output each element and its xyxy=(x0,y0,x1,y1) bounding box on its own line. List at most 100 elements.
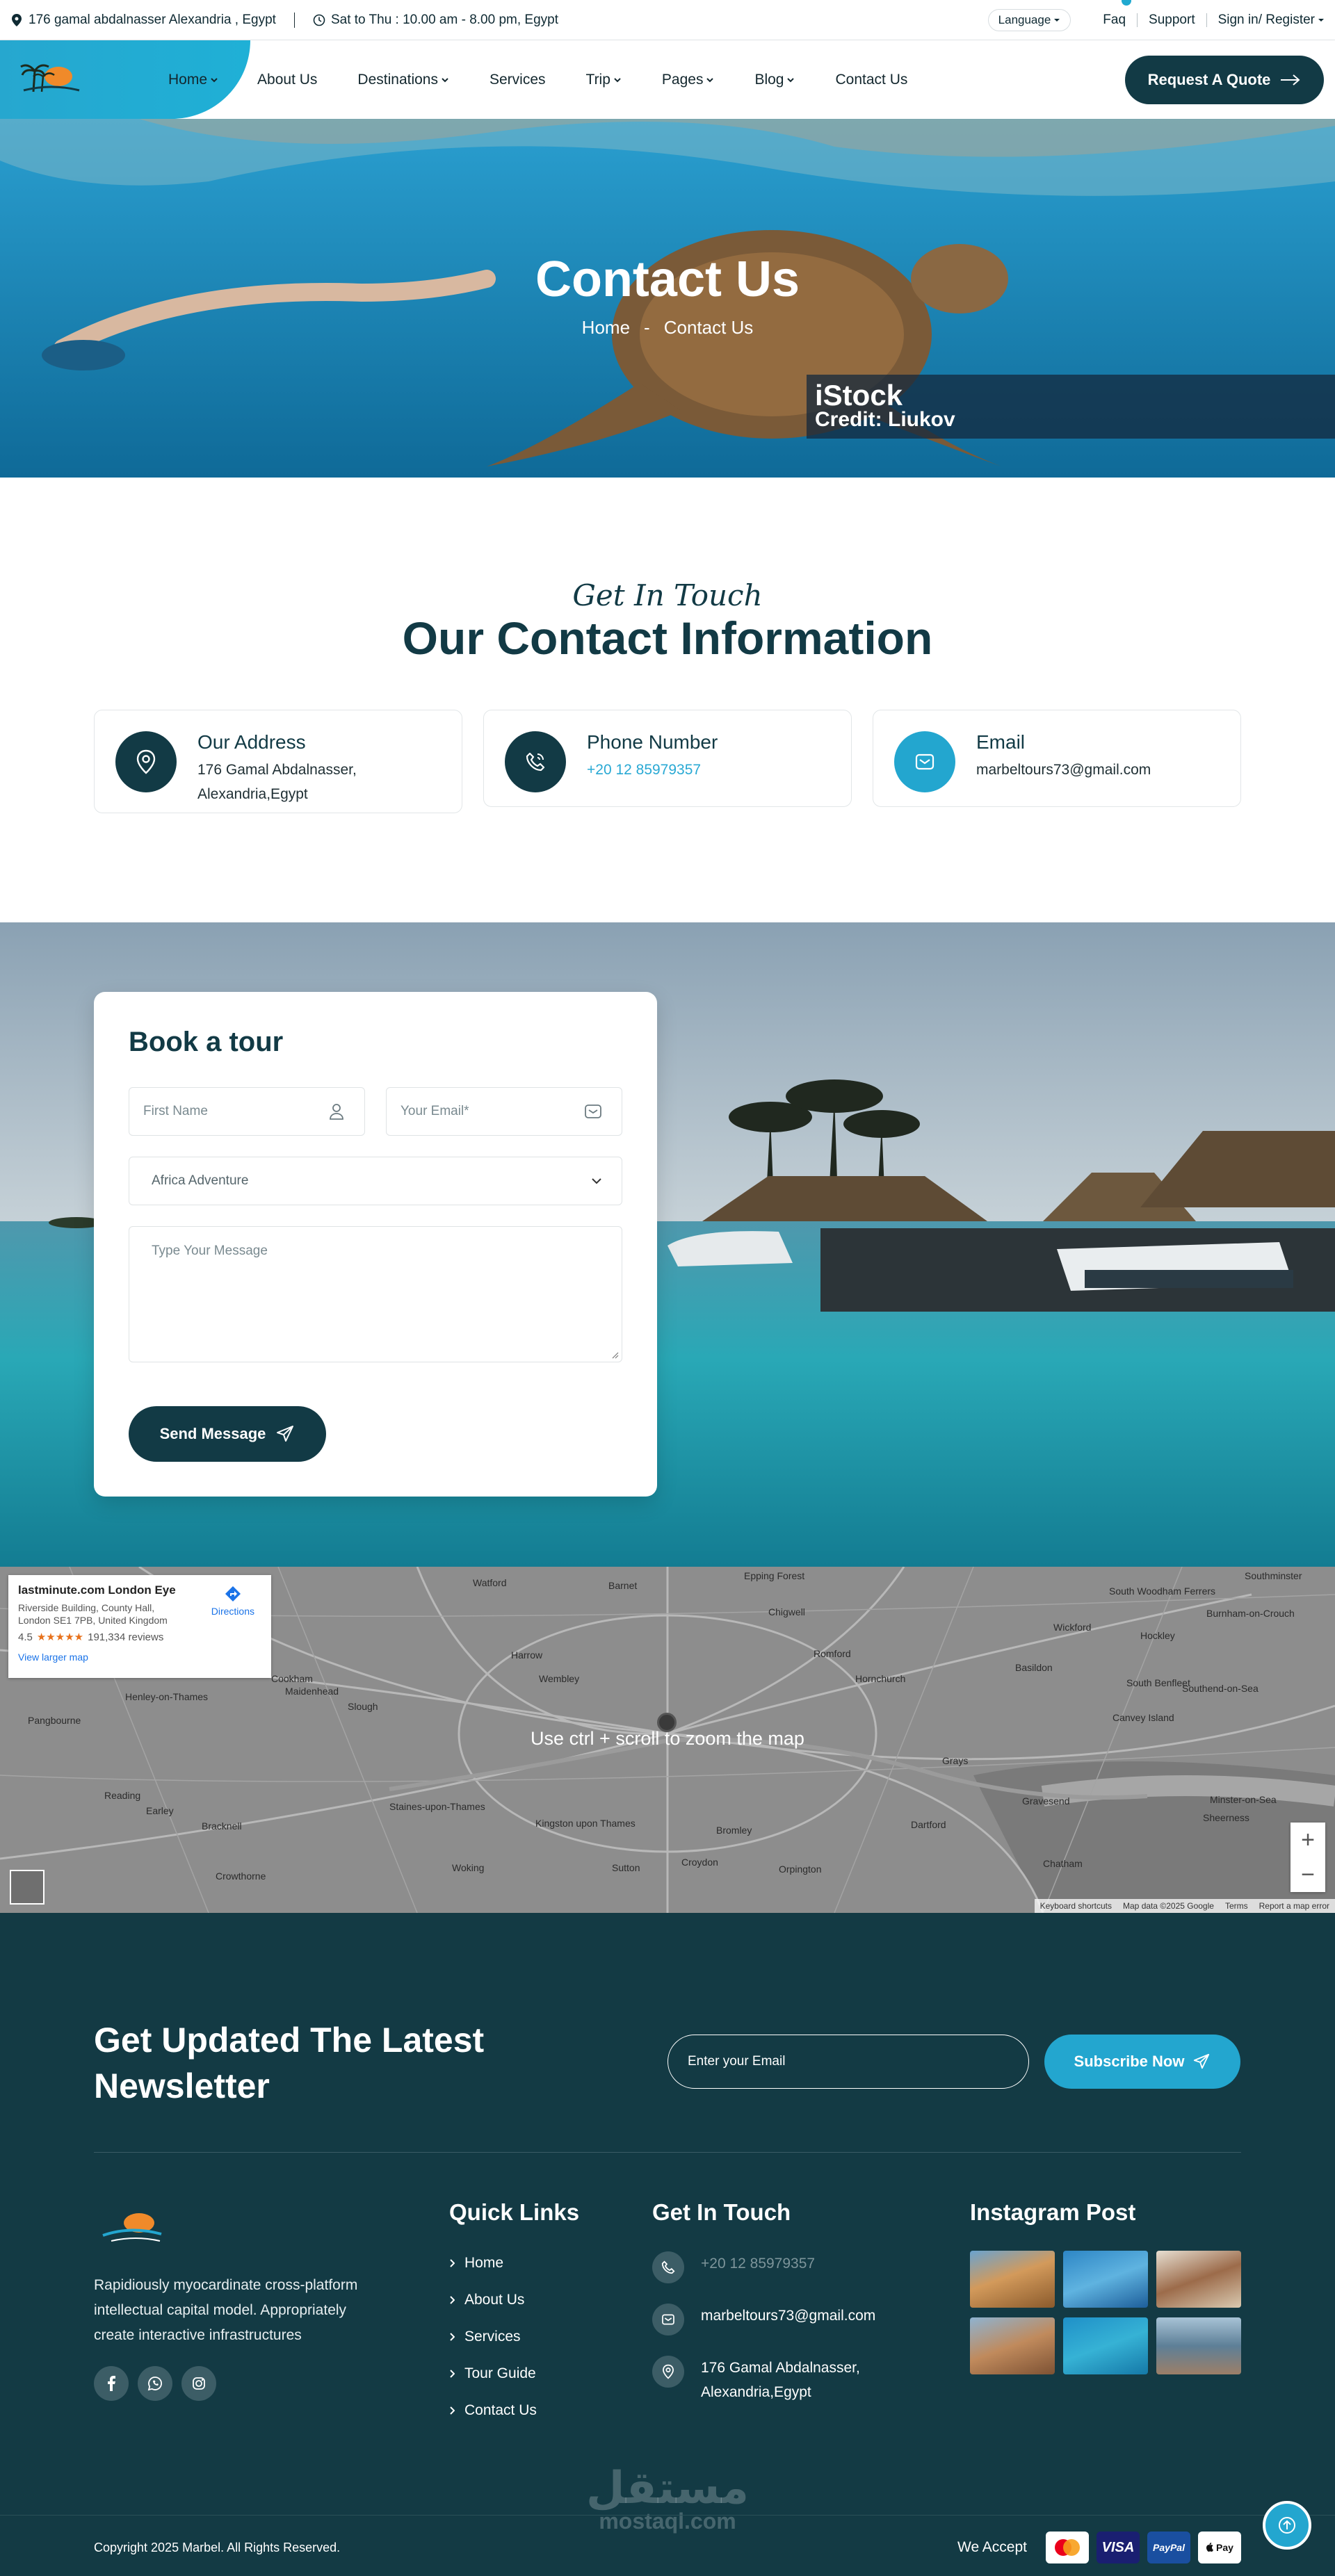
footer-phone[interactable]: +20 12 85979357 xyxy=(652,2251,815,2283)
apple-icon xyxy=(1206,2543,1214,2552)
map-town-label: Wembley xyxy=(539,1673,579,1684)
view-larger-map-link[interactable]: View larger map xyxy=(18,1652,261,1663)
first-name-input[interactable]: First Name xyxy=(129,1087,365,1136)
map-town-label: Southend-on-Sea xyxy=(1182,1683,1259,1694)
keyboard-shortcuts-link[interactable]: Keyboard shortcuts xyxy=(1040,1901,1112,1911)
footer-email-text: marbeltours73@gmail.com xyxy=(701,2308,876,2324)
breadcrumb: Home - Contact Us xyxy=(0,317,1335,339)
newsletter-email-input[interactable]: Enter your Email xyxy=(668,2035,1029,2089)
nav-item-destinations[interactable]: Destinations xyxy=(357,72,449,88)
topbar-hours-text: Sat to Thu : 10.00 am - 8.00 pm, Egypt xyxy=(330,12,559,27)
quick-link-about[interactable]: About Us xyxy=(449,2292,524,2308)
map-town-label: Wickford xyxy=(1053,1622,1091,1633)
signin-label: Sign in/ Register xyxy=(1217,12,1315,27)
report-map-error-link[interactable]: Report a map error xyxy=(1259,1901,1329,1911)
quick-link-services[interactable]: Services xyxy=(449,2329,521,2345)
zoom-out-button[interactable]: − xyxy=(1301,1861,1315,1889)
quick-links-title: Quick Links xyxy=(449,2199,580,2225)
quick-link-tour-guide[interactable]: Tour Guide xyxy=(449,2365,536,2382)
quick-link-contact[interactable]: Contact Us xyxy=(449,2402,537,2419)
tour-select[interactable]: Africa Adventure xyxy=(129,1157,622,1205)
nav-item-contact[interactable]: Contact Us xyxy=(835,72,907,88)
subscribe-button[interactable]: Subscribe Now xyxy=(1044,2035,1240,2089)
card-value: Alexandria,Egypt xyxy=(197,786,308,802)
tour-selected-value: Africa Adventure xyxy=(152,1173,249,1188)
scroll-to-top-button[interactable] xyxy=(1263,2501,1311,2550)
map-town-label: Grays xyxy=(942,1755,968,1766)
support-link[interactable]: Support xyxy=(1138,13,1206,28)
marbel-logo[interactable] xyxy=(19,56,82,97)
nav-item-blog[interactable]: Blog xyxy=(754,72,795,88)
send-message-button[interactable]: Send Message xyxy=(129,1406,326,1462)
map-town-label: Croydon xyxy=(681,1857,718,1868)
main-nav: Home About Us Destinations Services Trip… xyxy=(0,40,1335,119)
location-pin-icon xyxy=(12,13,22,26)
chevron-right-icon xyxy=(450,2406,455,2415)
send-message-label: Send Message xyxy=(159,1425,266,1442)
instagram-post[interactable] xyxy=(970,2317,1055,2374)
embedded-map[interactable]: Watford Barnet Epping Forest South Woodham … xyxy=(0,1567,1335,1913)
copyright-text: Copyright 2025 Marbel. All Rights Reserv… xyxy=(94,2541,341,2554)
booking-title: Book a tour xyxy=(129,1027,284,1057)
nav-item-pages[interactable]: Pages xyxy=(662,72,715,88)
phone-link[interactable]: +20 12 85979357 xyxy=(587,758,851,782)
instagram-post[interactable] xyxy=(1156,2317,1241,2374)
footer-logo[interactable] xyxy=(97,2205,167,2247)
facebook-link[interactable] xyxy=(94,2366,129,2401)
resize-handle-icon[interactable] xyxy=(610,1351,619,1359)
instagram-post[interactable] xyxy=(1063,2317,1148,2374)
newsletter-title: Get Updated The Latest Newsletter xyxy=(94,2021,485,2105)
language-dropdown[interactable]: Language xyxy=(987,8,1071,31)
review-count[interactable]: 191,334 reviews xyxy=(88,1631,163,1643)
terms-link[interactable]: Terms xyxy=(1225,1901,1248,1911)
map-town-label: Hornchurch xyxy=(855,1673,905,1684)
footer-address: 176 Gamal Abdalnasser, Alexandria,Egypt xyxy=(652,2356,860,2404)
map-town-label: Epping Forest xyxy=(744,1570,804,1581)
subscribe-label: Subscribe Now xyxy=(1074,2053,1185,2070)
mostaql-watermark: مستقل mostaql.com xyxy=(0,2462,1335,2534)
signin-register-link[interactable]: Sign in/ Register xyxy=(1207,13,1325,28)
map-town-label: Basildon xyxy=(1015,1662,1053,1673)
message-textarea[interactable]: Type Your Message xyxy=(129,1226,622,1362)
nav-item-label: About Us xyxy=(257,71,318,88)
directions-icon xyxy=(225,1586,241,1601)
instagram-post[interactable] xyxy=(1063,2251,1148,2308)
map-town-label: Cookham xyxy=(271,1673,313,1684)
map-town-label: Crowthorne xyxy=(216,1870,266,1882)
instagram-post[interactable] xyxy=(970,2251,1055,2308)
card-value: 176 Gamal Abdalnasser, xyxy=(197,762,357,778)
newsletter-placeholder: Enter your Email xyxy=(688,2054,786,2069)
nav-item-home[interactable]: Home xyxy=(168,72,218,88)
map-layer-toggle[interactable] xyxy=(10,1870,44,1905)
zoom-in-button[interactable]: + xyxy=(1301,1827,1315,1854)
faq-link[interactable]: Faq xyxy=(1092,13,1137,28)
chevron-down-icon xyxy=(442,77,448,82)
footer-divider xyxy=(94,2152,1241,2153)
map-town-label: Orpington xyxy=(779,1864,821,1875)
whatsapp-link[interactable] xyxy=(138,2366,172,2401)
nav-item-label: Pages xyxy=(661,71,704,88)
nav-item-about[interactable]: About Us xyxy=(257,72,317,88)
first-name-placeholder: First Name xyxy=(143,1104,208,1118)
instagram-link[interactable] xyxy=(181,2366,216,2401)
nav-item-label: Services xyxy=(489,71,546,88)
caret-down-icon xyxy=(1054,18,1060,22)
nav-item-trip[interactable]: Trip xyxy=(586,72,622,88)
site-footer: Get Updated The Latest Newsletter Enter … xyxy=(0,1913,1335,2576)
nav-item-services[interactable]: Services xyxy=(490,72,546,88)
watermark-credit: Credit: Liukov xyxy=(815,408,955,431)
footer-bottom-divider xyxy=(0,2515,1335,2516)
instagram-post[interactable] xyxy=(1156,2251,1241,2308)
breadcrumb-home[interactable]: Home xyxy=(582,317,630,338)
directions-button[interactable]: Directions xyxy=(211,1585,254,1617)
quick-link-home[interactable]: Home xyxy=(449,2255,503,2272)
request-quote-label: Request A Quote xyxy=(1147,71,1271,88)
email-input[interactable]: Your Email* xyxy=(386,1087,622,1136)
map-town-label: Chatham xyxy=(1043,1858,1083,1869)
email-link[interactable]: marbeltours73@gmail.com xyxy=(976,758,1240,782)
request-quote-button[interactable]: Request A Quote xyxy=(1125,56,1324,104)
map-town-label: Romford xyxy=(814,1648,851,1659)
language-label: Language xyxy=(998,13,1051,26)
footer-email[interactable]: marbeltours73@gmail.com xyxy=(652,2304,875,2335)
visa-badge: VISA xyxy=(1097,2532,1140,2563)
